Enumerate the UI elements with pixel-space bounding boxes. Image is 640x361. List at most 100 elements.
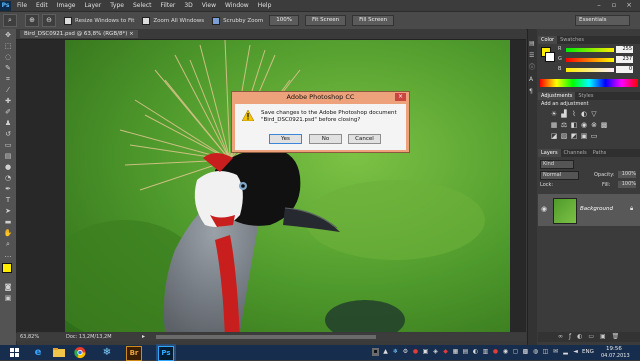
menu-edit[interactable]: Edit	[36, 2, 48, 9]
network-icon[interactable]: ▂	[562, 348, 569, 356]
tray-app-icon-11[interactable]: ◉	[502, 348, 509, 356]
clock-date[interactable]: 04.07.2013	[601, 353, 630, 359]
paragraph-panel-icon[interactable]: ¶	[529, 89, 536, 95]
info-panel-icon[interactable]: ⓘ	[529, 65, 536, 71]
quick-mask-icon[interactable]: ◙	[2, 283, 14, 292]
selective-color-icon[interactable]: ▣	[580, 132, 588, 140]
color-balance-icon[interactable]: ⚖	[560, 121, 568, 129]
tray-app-icon-12[interactable]: ▢	[512, 348, 519, 356]
eraser-tool-icon[interactable]: ▭	[2, 141, 14, 150]
zoom-level[interactable]: 63,82%	[20, 334, 39, 340]
color-spectrum-ramp[interactable]	[540, 79, 638, 87]
menu-window[interactable]: Window	[225, 2, 249, 9]
tray-app-icon-13[interactable]: ▩	[522, 348, 529, 356]
tray-app-icon-2[interactable]: ▲	[382, 348, 389, 356]
gradient-tool-icon[interactable]: ▤	[2, 152, 14, 161]
foreground-color-swatch[interactable]	[2, 263, 12, 273]
horizontal-scrollbar[interactable]	[156, 335, 376, 339]
curves-icon[interactable]: ⌇	[570, 110, 578, 118]
layer-row-background[interactable]: ◉ Background 🔒︎	[538, 194, 640, 226]
menu-layer[interactable]: Layer	[84, 2, 101, 9]
color-lookup-icon[interactable]: ▩	[600, 121, 608, 129]
menu-view[interactable]: View	[202, 2, 216, 9]
menu-help[interactable]: Help	[258, 2, 272, 9]
clock-time[interactable]: 19:56	[606, 346, 622, 352]
photo-filter-icon[interactable]: ◉	[580, 121, 588, 129]
zoom-tool-icon[interactable]: ⌕	[3, 14, 17, 27]
restore-icon[interactable]: ▫	[607, 0, 621, 10]
zoom-in-icon[interactable]: ⊕	[25, 14, 39, 27]
fill-screen-button[interactable]: Fill Screen	[352, 15, 395, 26]
menu-type[interactable]: Type	[110, 2, 124, 9]
tray-app-icon-8[interactable]: ◐	[472, 348, 479, 356]
tray-app-icon-5[interactable]: ◆	[442, 348, 449, 356]
tray-red-icon[interactable]: ●	[412, 348, 419, 356]
history-brush-tool-icon[interactable]: ↺	[2, 130, 14, 139]
minimize-icon[interactable]: –	[592, 0, 606, 10]
exposure-icon[interactable]: ◐	[580, 110, 588, 118]
black-white-icon[interactable]: ◧	[570, 121, 578, 129]
status-arrow-icon[interactable]: ▸	[142, 333, 145, 340]
path-select-tool-icon[interactable]: ➤	[2, 207, 14, 216]
close-window-icon[interactable]: ×	[622, 0, 636, 10]
levels-icon[interactable]: ▟	[560, 110, 568, 118]
tray-app-icon-3[interactable]: ▣	[422, 348, 429, 356]
photoshop-taskbar-icon[interactable]: Ps	[158, 346, 174, 361]
invert-icon[interactable]: ◪	[550, 132, 558, 140]
menu-filter[interactable]: Filter	[161, 2, 176, 9]
posterize-icon[interactable]: ▨	[560, 132, 568, 140]
red-slider[interactable]	[566, 48, 614, 52]
tray-app-icon-10[interactable]: ●	[492, 348, 499, 356]
brightness-contrast-icon[interactable]: ☀	[550, 110, 558, 118]
clone-stamp-tool-icon[interactable]: ♟	[2, 119, 14, 128]
hue-saturation-icon[interactable]: ▦	[550, 121, 558, 129]
tray-app-icon-7[interactable]: ▤	[462, 348, 469, 356]
tray-app-icon-14[interactable]: ◍	[532, 348, 539, 356]
tray-app-icon-9[interactable]: ▥	[482, 348, 489, 356]
lasso-tool-icon[interactable]: ◌	[2, 53, 14, 62]
tray-app-icon-4[interactable]: ◈	[432, 348, 439, 356]
doc-info[interactable]: Doc: 13,2M/13,2M	[66, 334, 112, 340]
zoom-out-icon[interactable]: ⊖	[42, 14, 56, 27]
properties-panel-icon[interactable]: ☰	[529, 53, 536, 59]
explorer-icon[interactable]	[50, 346, 68, 359]
tray-app-icon-15[interactable]: ◫	[542, 348, 549, 356]
red-value[interactable]: 255	[616, 46, 633, 53]
fill-value[interactable]: 100%	[618, 181, 636, 188]
tab-color[interactable]: Color	[538, 36, 558, 44]
blend-mode-dropdown[interactable]: Normal	[540, 171, 579, 180]
scrubby-zoom-checkbox[interactable]	[212, 16, 221, 25]
quick-select-tool-icon[interactable]: ✎	[2, 64, 14, 73]
image-canvas[interactable]	[65, 40, 510, 332]
snowflake-app-icon[interactable]: ❄	[98, 346, 116, 359]
layer-filter-dropdown[interactable]: Kind	[540, 160, 574, 169]
tray-app-icon-1[interactable]: ▪	[372, 348, 379, 356]
screen-mode-icon[interactable]: ▣	[2, 294, 14, 303]
color-bg-swatch[interactable]	[545, 52, 555, 62]
tray-gear-icon[interactable]: ⚙	[402, 348, 409, 356]
blue-slider[interactable]	[566, 68, 614, 72]
tab-adjustments[interactable]: Adjustments	[538, 92, 576, 100]
crop-tool-icon[interactable]: ⌗	[2, 75, 14, 84]
move-tool-icon[interactable]: ✥	[2, 31, 14, 40]
language-indicator[interactable]: ENG	[582, 349, 594, 355]
blur-tool-icon[interactable]: ●	[2, 163, 14, 172]
visibility-eye-icon[interactable]: ◉	[541, 205, 547, 213]
tab-styles[interactable]: Styles	[575, 92, 596, 100]
threshold-icon[interactable]: ◩	[570, 132, 578, 140]
hand-tool-icon[interactable]: ✋	[2, 229, 14, 238]
tray-app-icon-16[interactable]: ✉	[552, 348, 559, 356]
chrome-icon[interactable]	[71, 346, 89, 359]
zoom-tool-side-icon[interactable]: ⌕	[2, 240, 14, 249]
menu-image[interactable]: Image	[57, 2, 76, 9]
type-tool-icon[interactable]: T	[2, 196, 14, 205]
bridge-icon[interactable]: Br	[126, 346, 142, 361]
pen-tool-icon[interactable]: ✒	[2, 185, 14, 194]
menu-file[interactable]: File	[17, 2, 27, 9]
brush-tool-icon[interactable]: ✐	[2, 108, 14, 117]
workspace-dropdown[interactable]: Essentials	[575, 15, 630, 26]
green-slider[interactable]	[566, 58, 614, 62]
tab-paths[interactable]: Paths	[590, 149, 610, 157]
tab-layers[interactable]: Layers	[538, 149, 561, 157]
document-tab[interactable]: Bird_DSC0921.psd @ 63,8% (RGB/8*) ×	[20, 30, 138, 38]
